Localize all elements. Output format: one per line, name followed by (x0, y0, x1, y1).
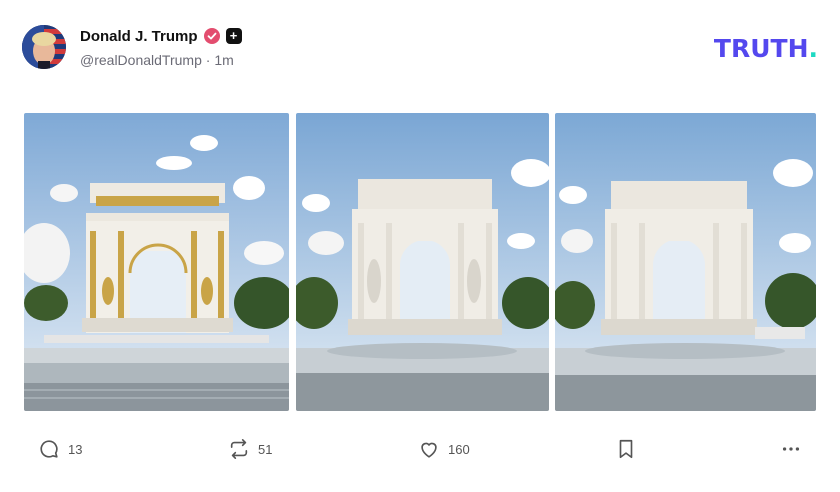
handle-row: @realDonaldTrump · 1m (80, 52, 234, 68)
plain-arch-image[interactable] (555, 113, 816, 411)
timestamp[interactable]: 1m (214, 52, 233, 68)
media-gallery (24, 113, 816, 411)
truth-post: Donald J. Trump + @realDonaldTrump · 1m … (0, 0, 840, 492)
more-icon (782, 447, 800, 451)
plus-badge-icon: + (225, 28, 242, 44)
brand-dot: . (808, 34, 819, 63)
more-button[interactable] (780, 435, 802, 463)
retruth-count: 51 (258, 441, 273, 457)
retruth-icon (230, 439, 248, 459)
brand-wordmark: TRUTH (713, 34, 809, 63)
gold-arch-image[interactable] (24, 113, 289, 411)
separator: · (201, 52, 215, 68)
bookmark-button[interactable] (616, 435, 636, 463)
author-name-row: Donald J. Trump + (80, 26, 242, 46)
like-count: 160 (448, 441, 470, 457)
retruth-button[interactable]: 51 (228, 435, 272, 463)
truth-logo[interactable]: TRUTH. (714, 34, 818, 63)
reply-count: 13 (68, 441, 83, 457)
post-actions: 13 51 160 (0, 435, 840, 463)
statue-arch-image[interactable] (296, 113, 549, 411)
handle[interactable]: @realDonaldTrump (80, 52, 202, 68)
reply-button[interactable]: 13 (38, 435, 82, 463)
reply-icon (40, 440, 58, 458)
avatar[interactable] (22, 25, 66, 69)
bookmark-icon (619, 439, 633, 459)
like-button[interactable]: 160 (418, 435, 470, 463)
display-name[interactable]: Donald J. Trump (80, 28, 198, 45)
heart-icon (421, 442, 437, 458)
verified-badge-icon (203, 28, 220, 44)
